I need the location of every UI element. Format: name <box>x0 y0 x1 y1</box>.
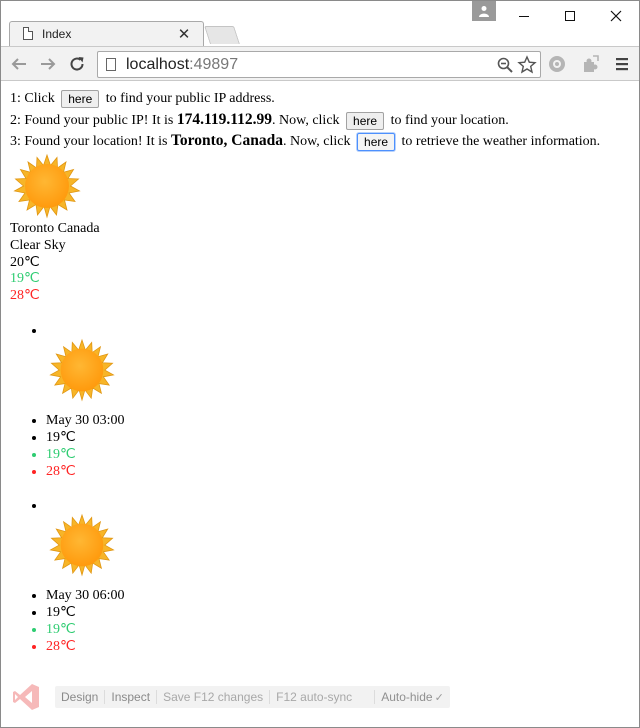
extension-button[interactable] <box>547 54 567 74</box>
find-ip-button[interactable]: here <box>61 89 100 108</box>
step-2-prefix: 2: Found your public IP! It is <box>10 113 174 128</box>
page-icon <box>23 27 33 40</box>
forecast-list-2: May 30 06:00 19℃ 19℃ 28℃ <box>10 497 640 655</box>
page-content: 1: Click here to find your public IP add… <box>2 82 640 728</box>
new-tab-button[interactable] <box>204 26 240 44</box>
minimize-icon <box>519 16 529 17</box>
browser-toolbar: localhost:49897 <box>1 46 639 81</box>
visual-studio-logo-icon[interactable] <box>9 680 43 714</box>
reload-button[interactable] <box>67 54 87 74</box>
step-3: 3: Found your location! It is Toronto, C… <box>10 130 640 151</box>
reload-icon <box>70 57 84 71</box>
forecast-temp-max: 28℃ <box>46 638 640 655</box>
step-2-suffix: to find your location. <box>390 113 509 128</box>
back-arrow-icon <box>11 58 26 70</box>
sun-icon <box>13 153 81 219</box>
tab-title: Index <box>42 26 72 41</box>
title-bar: Index ✕ <box>1 1 639 47</box>
maximize-icon <box>565 11 575 21</box>
person-icon <box>479 6 489 17</box>
forecast-time: May 30 03:00 <box>46 412 640 429</box>
forward-button[interactable] <box>38 54 58 74</box>
url-text[interactable]: localhost:49897 <box>126 56 494 74</box>
current-description: Clear Sky <box>10 237 66 253</box>
close-tab-icon[interactable]: ✕ <box>177 25 191 43</box>
url-port: :49897 <box>189 55 239 73</box>
profile-button[interactable] <box>472 1 496 21</box>
browser-link-bar: Design Inspect Save F12 changes F12 auto… <box>9 679 463 715</box>
step-3-prefix: 3: Found your location! It is <box>10 134 168 149</box>
current-temp: 20℃ <box>10 254 40 270</box>
auto-hide-toggle[interactable]: Auto-hide ✓ <box>375 690 450 705</box>
step-2: 2: Found your public IP! It is 174.119.1… <box>10 109 640 130</box>
step-1-prefix: 1: Click <box>10 91 55 106</box>
current-city: Toronto Canada <box>10 221 100 236</box>
public-ip: 174.119.112.99 <box>176 111 273 128</box>
extension-button-2[interactable] <box>581 54 601 74</box>
forward-arrow-icon <box>41 58 56 70</box>
step-3-middle: . Now, click <box>282 134 351 149</box>
forecast-temp-min: 19℃ <box>46 446 640 463</box>
page-icon <box>106 58 116 71</box>
close-icon <box>610 10 622 22</box>
step-3-suffix: to retrieve the weather information. <box>401 134 601 149</box>
forecast-temp-max: 28℃ <box>46 463 640 480</box>
extension-circle-icon <box>549 56 565 72</box>
maximize-button[interactable] <box>548 1 592 31</box>
forecast-temp: 19℃ <box>46 429 640 446</box>
save-f12-changes-button[interactable]: Save F12 changes <box>157 690 271 704</box>
inspect-button[interactable]: Inspect <box>105 690 158 704</box>
current-weather: Toronto Canada Clear Sky 20℃ 19℃ 28℃ <box>10 153 640 305</box>
browser-window: Index ✕ localhost:49897 1: Click here to… <box>0 0 640 728</box>
menu-button[interactable] <box>612 54 632 74</box>
address-bar[interactable]: localhost:49897 <box>97 51 541 78</box>
minimize-button[interactable] <box>502 1 546 31</box>
back-button[interactable] <box>9 54 29 74</box>
current-temp-max: 28℃ <box>10 288 40 304</box>
forecast-temp: 19℃ <box>46 604 640 621</box>
get-weather-button[interactable]: here <box>357 132 396 151</box>
bookmark-star-icon[interactable] <box>516 54 538 76</box>
auto-hide-label: Auto-hide <box>381 689 433 704</box>
step-1-suffix: to find your public IP address. <box>105 91 275 106</box>
zoom-icon[interactable] <box>494 54 516 76</box>
forecast-temp-min: 19℃ <box>46 621 640 638</box>
close-window-button[interactable] <box>594 1 638 31</box>
design-button[interactable]: Design <box>55 690 106 704</box>
f12-auto-sync-toggle[interactable]: F12 auto-sync <box>270 690 376 704</box>
forecast-icon-item <box>46 497 640 587</box>
location: Toronto, Canada <box>171 132 283 149</box>
puzzle-icon <box>584 55 599 72</box>
tab-content[interactable]: Index ✕ <box>15 21 197 46</box>
step-2-middle: . Now, click <box>272 113 340 128</box>
find-location-button[interactable]: here <box>346 111 385 130</box>
current-temp-min: 19℃ <box>10 271 40 287</box>
step-1: 1: Click here to find your public IP add… <box>10 88 640 109</box>
check-icon: ✓ <box>434 691 444 704</box>
browser-link-menu: Design Inspect Save F12 changes F12 auto… <box>55 686 450 708</box>
sun-icon <box>49 513 115 577</box>
forecast-time: May 30 06:00 <box>46 587 640 604</box>
sun-icon <box>49 338 115 402</box>
forecast-icon-item <box>46 322 640 412</box>
hamburger-menu-icon <box>616 58 628 71</box>
url-host: localhost <box>126 55 190 73</box>
forecast-list-1: May 30 03:00 19℃ 19℃ 28℃ <box>10 322 640 480</box>
